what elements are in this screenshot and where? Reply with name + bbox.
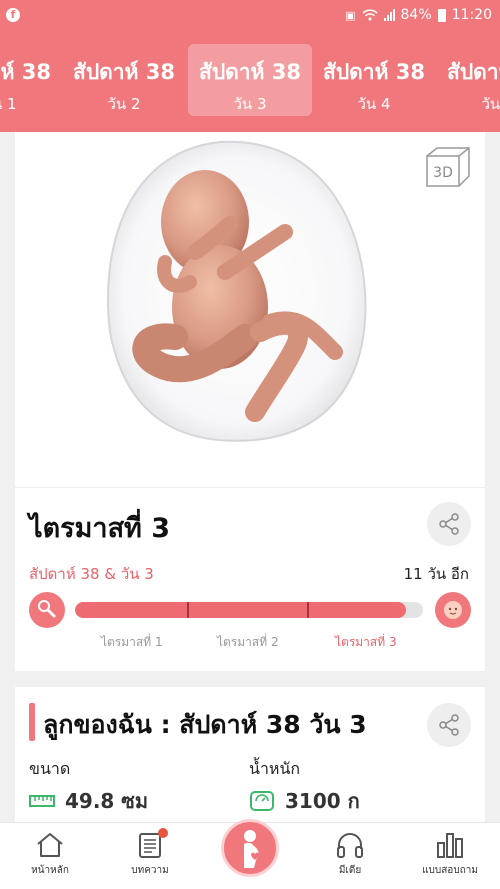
current-week-day: สัปดาห์ 38 & วัน 3 bbox=[29, 565, 154, 583]
status-bar: f ▣ 84% 11:20 bbox=[0, 0, 500, 32]
nav-pregnancy-button[interactable] bbox=[221, 819, 279, 877]
nav-articles-label: บทความ bbox=[131, 865, 169, 876]
tab-week-label: สัปดาห์ 38 bbox=[199, 60, 301, 84]
trimester-card: ไตรมาสที่ 3 สัปดาห์ 38 & วัน 3 11 วัน อี… bbox=[15, 487, 485, 671]
trimester-divider bbox=[187, 602, 189, 618]
signal-icon bbox=[383, 9, 395, 21]
pregnancy-progress-bar bbox=[75, 602, 423, 618]
bar-chart-icon bbox=[437, 833, 463, 858]
ruler-icon bbox=[29, 795, 55, 807]
alarm-icon: ▣ bbox=[345, 8, 356, 22]
day-tabs[interactable]: สัปดาห์ 38 วัน 1 สัปดาห์ 38 วัน 2 สัปดาห… bbox=[0, 32, 500, 132]
share-button[interactable] bbox=[427, 703, 471, 747]
weight-value: 3100 ก bbox=[285, 789, 360, 813]
wifi-icon bbox=[361, 9, 378, 21]
3d-view-icon[interactable]: 3D bbox=[423, 146, 471, 188]
baby-title: ลูกของฉัน : สัปดาห์ 38 วัน 3 bbox=[43, 710, 367, 739]
tab-week-label: สัปดาห์ 38 bbox=[447, 60, 500, 84]
tab-day-label: วัน 2 bbox=[107, 95, 141, 113]
share-icon bbox=[439, 513, 459, 535]
my-baby-card: ลูกของฉัน : สัปดาห์ 38 วัน 3 ขนาด 49.8 ซ… bbox=[15, 687, 485, 837]
tab-day-3[interactable]: สัปดาห์ 38 วัน 3 bbox=[188, 44, 312, 116]
trimester-2-label: ไตรมาสที่ 2 bbox=[217, 635, 279, 649]
share-button[interactable] bbox=[427, 502, 471, 546]
tab-day-2[interactable]: สัปดาห์ 38 วัน 2 bbox=[62, 44, 186, 116]
trimester-3-label: ไตรมาสที่ 3 bbox=[335, 635, 397, 649]
notification-dot bbox=[158, 828, 168, 838]
size-stat: 49.8 ซม bbox=[29, 785, 148, 817]
size-label: ขนาด bbox=[29, 759, 71, 778]
tab-day-1[interactable]: สัปดาห์ 38 วัน 1 bbox=[0, 44, 62, 116]
battery-icon bbox=[437, 8, 446, 22]
pregnant-woman-icon bbox=[244, 830, 259, 868]
nav-home[interactable]: หน้าหลัก bbox=[10, 831, 90, 878]
facebook-notification-icon: f bbox=[6, 8, 20, 22]
svg-text:3D: 3D bbox=[433, 165, 453, 181]
tab-day-label: วัน 4 bbox=[357, 95, 391, 113]
trimester-title: ไตรมาสที่ 3 bbox=[29, 513, 171, 544]
tab-day-label: วัน 1 bbox=[0, 95, 17, 113]
scale-icon bbox=[250, 791, 274, 811]
size-value: 49.8 ซม bbox=[65, 789, 149, 813]
home-icon bbox=[37, 833, 63, 857]
fetus-3d-image bbox=[106, 140, 367, 442]
tab-day-4[interactable]: สัปดาห์ 38 วัน 4 bbox=[312, 44, 436, 116]
nav-articles[interactable]: บทความ bbox=[110, 828, 190, 878]
weight-label: น้ำหนัก bbox=[249, 759, 301, 778]
weight-stat: 3100 ก bbox=[249, 785, 360, 817]
progress-fill bbox=[75, 602, 406, 618]
bottom-navigation: หน้าหลัก บทความ มีเดีย แบบสอบถาม bbox=[0, 819, 500, 889]
share-icon bbox=[439, 714, 459, 736]
days-remaining: 11 วัน อีก bbox=[403, 565, 469, 583]
clock: 11:20 bbox=[451, 7, 492, 23]
tab-week-label: สัปดาห์ 38 bbox=[323, 60, 425, 84]
battery-percent: 84% bbox=[400, 7, 432, 23]
tab-week-label: สัปดาห์ 38 bbox=[0, 60, 51, 84]
title-accent-bar bbox=[29, 703, 35, 741]
baby-face-icon bbox=[435, 592, 471, 628]
trimester-1-label: ไตรมาสที่ 1 bbox=[101, 635, 163, 649]
nav-survey[interactable]: แบบสอบถาม bbox=[410, 831, 490, 878]
trimester-divider bbox=[307, 602, 309, 618]
tab-day-label: วัน 3 bbox=[233, 95, 267, 113]
rattle-icon bbox=[29, 592, 65, 628]
nav-media-label: มีเดีย bbox=[338, 865, 362, 876]
tab-week-label: สัปดาห์ 38 bbox=[73, 60, 175, 84]
fetus-image-card: 3D bbox=[15, 132, 485, 487]
headphones-icon bbox=[337, 833, 363, 858]
tab-day-5[interactable]: สัปดาห์ 38 วัน 5 bbox=[436, 44, 500, 116]
tab-day-label: วัน 5 bbox=[481, 95, 500, 113]
nav-home-label: หน้าหลัก bbox=[31, 865, 69, 876]
nav-media[interactable]: มีเดีย bbox=[310, 831, 390, 878]
nav-survey-label: แบบสอบถาม bbox=[422, 865, 478, 876]
